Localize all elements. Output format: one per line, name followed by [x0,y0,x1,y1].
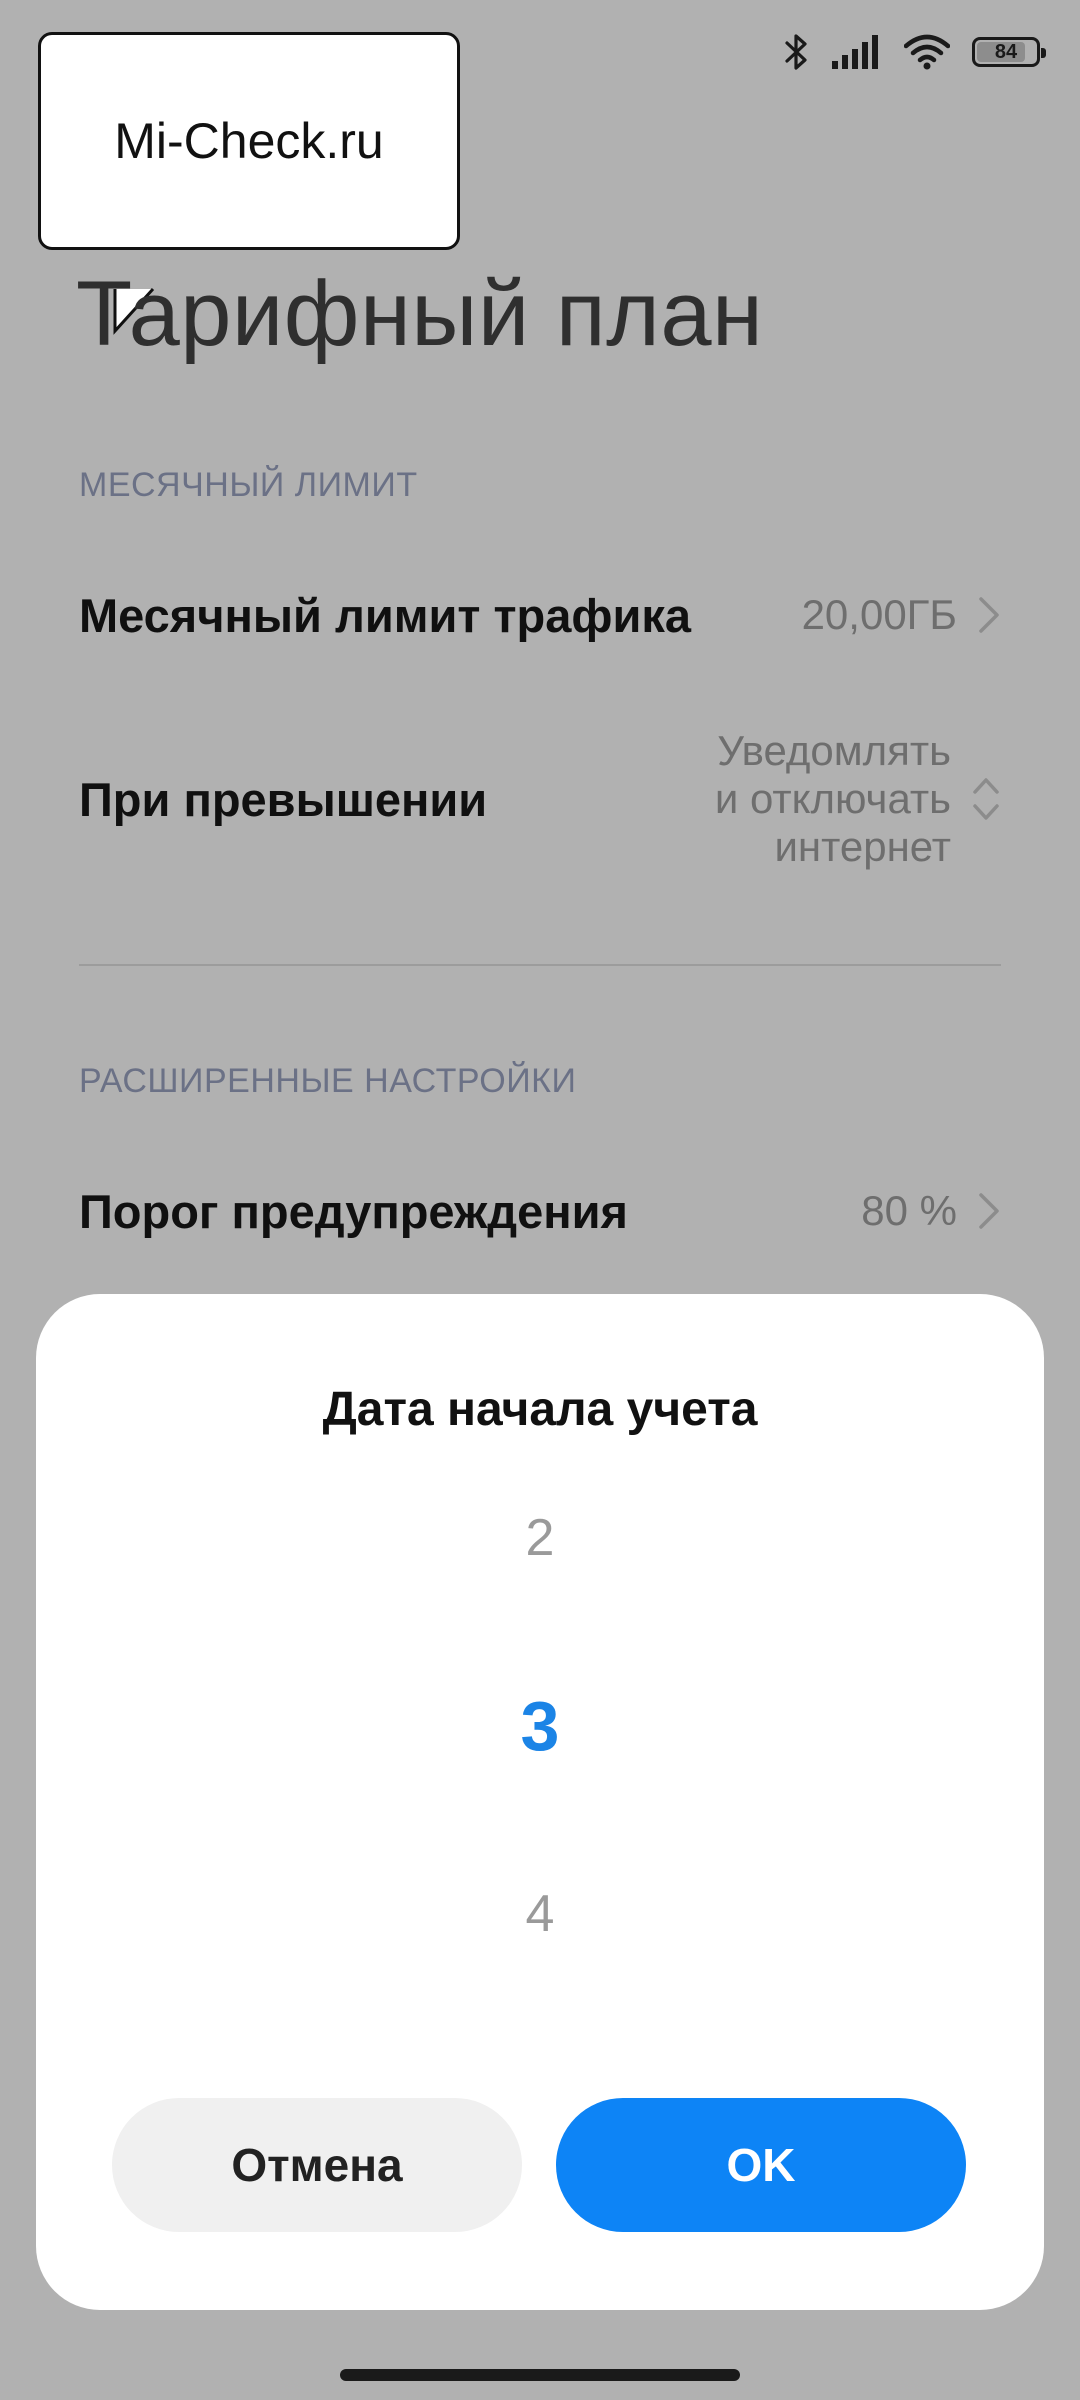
cancel-button[interactable]: Отмена [112,2098,522,2232]
ok-button[interactable]: OK [556,2098,966,2232]
section-label-advanced: РАСШИРЕННЫЕ НАСТРОЙКИ [79,1062,577,1100]
section-label-monthly: МЕСЯЧНЫЙ ЛИМИТ [79,466,418,504]
picker-item-prev[interactable]: 2 [36,1508,1044,1568]
chevron-right-icon [977,595,1001,635]
watermark-text: Mi-Check.ru [114,113,384,169]
page-title: Тарифный план [76,263,764,365]
picker-item-next[interactable]: 4 [36,1884,1044,1944]
monthly-limit-value: 20,00ГБ [801,591,957,638]
signal-icon [832,35,882,69]
status-bar: 84 [784,28,1046,76]
warning-threshold-row[interactable]: Порог предупреждения 80 % [79,1170,1001,1252]
dialog-title: Дата начала учета [322,1383,758,1436]
battery-level-text: 84 [994,40,1018,63]
on-exceed-value: Уведомлять и отключать интернет [714,727,951,870]
on-exceed-row[interactable]: При превышении Уведомлять и отключать ин… [79,724,1001,874]
chevron-right-icon [977,1191,1001,1231]
picker-item-selected[interactable]: 3 [36,1686,1044,1766]
section-divider [79,964,1001,966]
home-indicator[interactable] [340,2369,740,2381]
bluetooth-icon [784,32,810,72]
warning-threshold-label: Порог предупреждения [79,1184,628,1238]
chevron-updown-icon [971,774,1001,824]
wifi-icon [904,34,950,70]
start-date-dialog: Дата начала учета 2 3 4 Отмена OK [36,1294,1044,2310]
watermark-bubble: Mi-Check.ru [38,32,460,335]
monthly-limit-row[interactable]: Месячный лимит трафика 20,00ГБ [79,574,1001,656]
on-exceed-label: При превышении [79,772,488,826]
warning-threshold-value: 80 % [861,1187,957,1234]
monthly-limit-label: Месячный лимит трафика [79,588,692,642]
battery-icon: 84 [972,37,1046,67]
